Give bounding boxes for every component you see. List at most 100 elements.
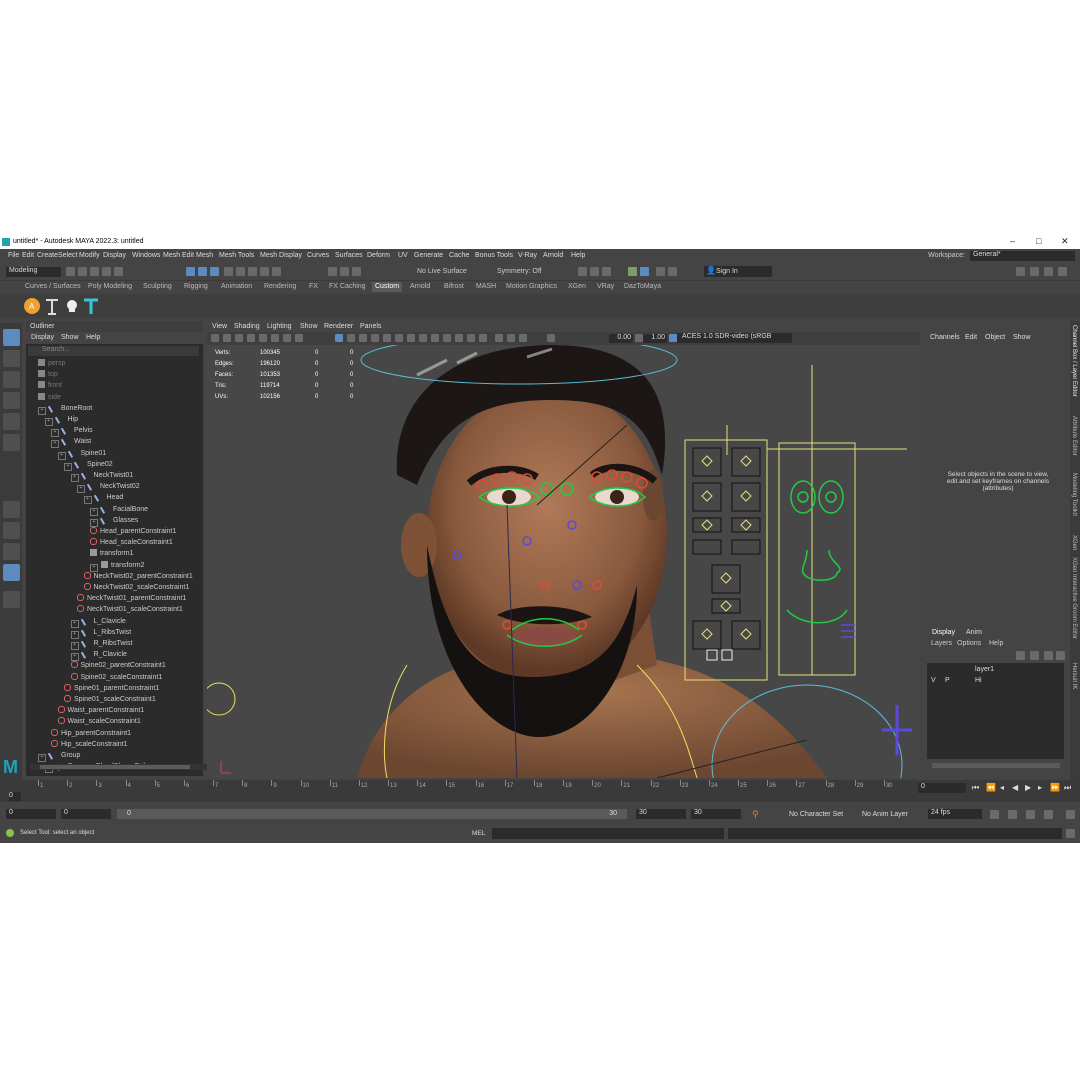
- lasso-tool-icon[interactable]: [3, 350, 20, 367]
- shelf-tab-rigging[interactable]: Rigging: [184, 283, 208, 290]
- layer-playback[interactable]: P: [945, 677, 950, 684]
- outliner-item[interactable]: top: [38, 370, 58, 381]
- side-tab-xgen[interactable]: XGen: [1071, 535, 1077, 550]
- layer-tab-anim[interactable]: Anim: [966, 629, 982, 636]
- outliner-item[interactable]: + transform2: [90, 560, 144, 572]
- undo-icon[interactable]: [102, 267, 111, 276]
- isolate-select-icon[interactable]: [495, 334, 503, 342]
- snap-curve-icon[interactable]: [236, 267, 245, 276]
- magnet-icon[interactable]: [352, 267, 361, 276]
- anim-layer-dropdown[interactable]: No Anim Layer: [862, 811, 908, 818]
- shelf-tab-mash[interactable]: MASH: [476, 283, 496, 290]
- auto-key-icon[interactable]: ⚲: [752, 809, 759, 820]
- outliner-item[interactable]: + Pelvis: [51, 424, 93, 438]
- go-to-start-icon[interactable]: ⏮: [972, 784, 980, 792]
- wireframe-on-shaded-icon[interactable]: [359, 334, 367, 342]
- gamma-field[interactable]: 1.00: [643, 334, 667, 343]
- move-tool-icon[interactable]: [3, 392, 20, 409]
- camera-attributes-icon[interactable]: [211, 334, 219, 342]
- color-management-icon[interactable]: [669, 334, 677, 342]
- outliner-item[interactable]: + NeckTwist01: [70, 469, 133, 482]
- outliner-item[interactable]: side: [38, 392, 61, 404]
- layer-menu-help[interactable]: Help: [989, 640, 1003, 647]
- shelf-tab-motion-graphics[interactable]: Motion Graphics: [506, 283, 557, 290]
- step-forward-key-icon[interactable]: ⏩: [1050, 784, 1060, 792]
- toggle-channel-box-icon[interactable]: [1058, 267, 1067, 276]
- play-backwards-icon[interactable]: ◀: [1012, 784, 1020, 792]
- viewport-menu-shading[interactable]: Shading: [234, 323, 260, 330]
- expand-toggle-icon[interactable]: +: [70, 474, 79, 482]
- cache-icon[interactable]: [1026, 810, 1035, 819]
- menu-edit[interactable]: Edit: [22, 252, 34, 259]
- frame-selected-icon[interactable]: [507, 334, 515, 342]
- channel-menu-object[interactable]: Object: [985, 334, 1005, 341]
- outliner-item[interactable]: + Waist: [51, 435, 91, 449]
- hypershade-icon[interactable]: [628, 267, 637, 276]
- outliner-item[interactable]: + R_RibsTwist: [70, 637, 132, 650]
- layer-move-up-icon[interactable]: [1016, 651, 1025, 660]
- channel-menu-channels[interactable]: Channels: [930, 334, 960, 341]
- menu-vray[interactable]: V-Ray: [518, 252, 537, 259]
- paint-select-icon[interactable]: [3, 371, 20, 388]
- outliner-item[interactable]: Waist_parentConstraint1: [57, 706, 144, 717]
- outliner-item[interactable]: + Head: [83, 491, 123, 505]
- layer-tab-display[interactable]: Display: [932, 629, 955, 636]
- menu-file[interactable]: File: [8, 252, 19, 259]
- input-output-icon[interactable]: [328, 267, 337, 276]
- script-editor-icon[interactable]: [1066, 829, 1075, 838]
- image-plane-icon[interactable]: [235, 334, 243, 342]
- live-surface-field[interactable]: No Live Surface: [417, 268, 467, 275]
- animation-end-field[interactable]: 30: [691, 809, 741, 819]
- shelf-tab-custom[interactable]: Custom: [372, 282, 403, 292]
- new-layer-icon[interactable]: [1044, 651, 1053, 660]
- render-frame-icon[interactable]: [578, 267, 587, 276]
- menu-bonus-tools[interactable]: Bonus Tools: [475, 252, 513, 259]
- outliner-item[interactable]: Hip_parentConstraint1: [51, 728, 131, 740]
- shelf-tab-curves-surfaces[interactable]: Curves / Surfaces: [25, 283, 81, 290]
- shelf-tab-sculpting[interactable]: Sculpting: [143, 283, 172, 290]
- save-scene-icon[interactable]: [90, 267, 99, 276]
- animation-prefs-icon[interactable]: [1044, 810, 1053, 819]
- play-forwards-icon[interactable]: ▶: [1025, 784, 1033, 792]
- menu-set-dropdown[interactable]: Modeling: [6, 267, 61, 277]
- outliner-item[interactable]: Head_parentConstraint1: [90, 527, 176, 538]
- exposure-icon[interactable]: [547, 334, 555, 342]
- outliner-item[interactable]: + NeckTwist02: [77, 480, 140, 494]
- shelf-tab-arnold[interactable]: Arnold: [410, 283, 430, 290]
- menu-modify[interactable]: Modify: [79, 252, 100, 259]
- toggle-modeling-toolkit-icon[interactable]: [1016, 267, 1025, 276]
- playback-end-field[interactable]: 30: [636, 809, 686, 819]
- new-scene-icon[interactable]: [66, 267, 75, 276]
- playback-start-field[interactable]: 0: [61, 809, 111, 819]
- side-tab-hersuit-ik[interactable]: Hersuit IK: [1071, 663, 1077, 689]
- menu-mesh[interactable]: Mesh: [163, 252, 180, 259]
- expand-toggle-icon[interactable]: +: [57, 451, 66, 460]
- sign-in-dropdown[interactable]: 👤 Sign In: [704, 266, 772, 277]
- menu-uv[interactable]: UV: [398, 252, 408, 259]
- outliner-item[interactable]: Waist_scaleConstraint1: [57, 717, 141, 728]
- step-back-key-icon[interactable]: ⏪: [986, 784, 996, 792]
- construction-history-icon[interactable]: [340, 267, 349, 276]
- preferences-icon[interactable]: [1066, 810, 1075, 819]
- outliner-item[interactable]: transform1: [90, 549, 133, 560]
- snap-surface-icon[interactable]: [272, 267, 281, 276]
- expand-toggle-icon[interactable]: +: [70, 630, 79, 639]
- expand-toggle-icon[interactable]: +: [77, 485, 85, 494]
- four-view-icon[interactable]: [3, 522, 20, 539]
- menu-surfaces[interactable]: Surfaces: [335, 252, 363, 259]
- render-settings-icon[interactable]: [602, 267, 611, 276]
- outliner-item[interactable]: Spine01_parentConstraint1: [64, 683, 159, 695]
- xray-joints-icon[interactable]: [467, 334, 475, 342]
- snap-grid-icon[interactable]: [224, 267, 233, 276]
- side-tab-xgen-groom[interactable]: XGen Interactive Groom Editor: [1071, 557, 1077, 639]
- t-pose-icon[interactable]: [84, 298, 98, 314]
- field-chart-icon[interactable]: [295, 334, 303, 342]
- outliner-item[interactable]: + Glasses: [90, 514, 138, 527]
- channel-menu-edit[interactable]: Edit: [965, 334, 977, 341]
- outliner-item[interactable]: + L_Clavicle: [70, 614, 126, 628]
- shelf-tab-animation[interactable]: Animation: [221, 283, 252, 290]
- menu-create[interactable]: Create: [37, 252, 58, 259]
- outliner-item[interactable]: NeckTwist02_parentConstraint1: [83, 571, 193, 583]
- lights-icon[interactable]: [383, 334, 391, 342]
- current-frame-field[interactable]: 0: [918, 783, 966, 793]
